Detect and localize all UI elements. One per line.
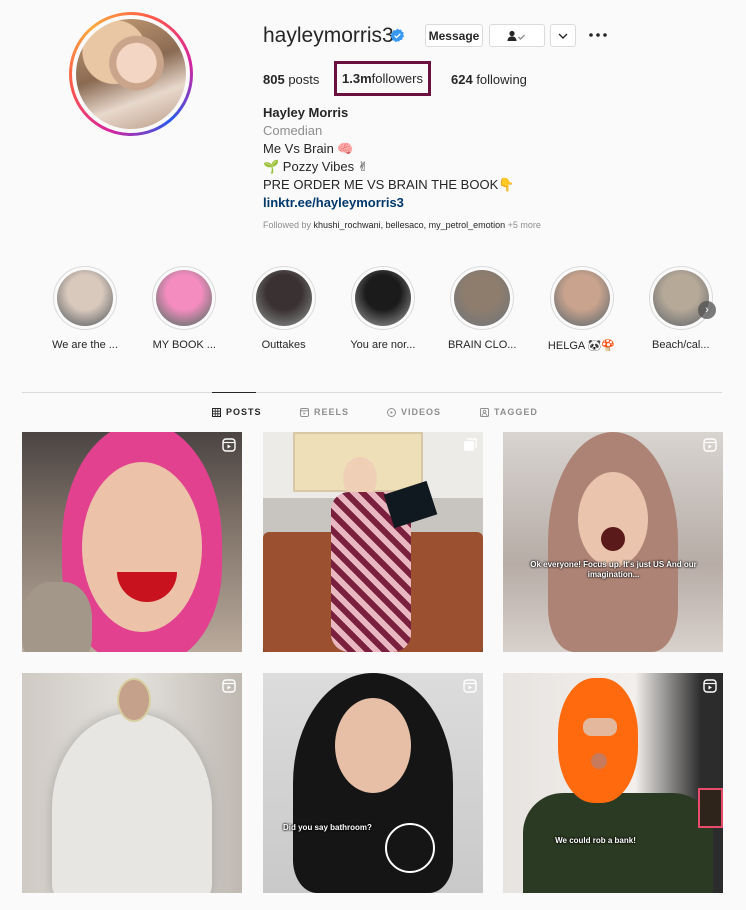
post-caption: Ok everyone! Focus up. It's just US And … (530, 560, 697, 579)
tabs-divider (22, 392, 722, 393)
reel-badge-icon (222, 679, 236, 693)
carousel-badge-icon (464, 438, 477, 451)
highlight-image (652, 270, 709, 326)
highlight-label: Outtakes (261, 339, 306, 351)
full-name: Hayley Morris (263, 105, 349, 120)
following-button[interactable] (489, 24, 545, 47)
highlight-label: Beach/cal... (652, 339, 710, 351)
category-label: Comedian (263, 123, 323, 138)
tab-videos[interactable]: VIDEOS (387, 407, 441, 417)
profile-bio: Hayley Morris Comedian Me Vs Brain 🧠 🌱 P… (263, 104, 514, 212)
highlight-label: BRAIN CLO... (447, 339, 517, 351)
highlights-next-icon[interactable]: › (698, 301, 716, 319)
post-tile[interactable] (22, 673, 242, 893)
verified-badge-icon (390, 28, 405, 43)
highlight-cover (251, 266, 316, 330)
highlight-label: You are nor... (350, 339, 416, 351)
followed-by[interactable]: Followed by khushi_rochwani, bellesaco, … (263, 220, 541, 230)
reel-badge-icon (703, 679, 717, 693)
post-tile[interactable] (263, 432, 483, 652)
highlight-image (354, 270, 411, 326)
story-highlight[interactable]: Outtakes (236, 266, 332, 351)
story-highlight[interactable]: MY BOOK ... (136, 266, 232, 351)
tab-posts[interactable]: POSTS (212, 407, 262, 417)
posts-count: 805 posts (263, 72, 320, 87)
tab-tagged[interactable]: TAGGED (480, 407, 538, 417)
reel-badge-icon (222, 438, 236, 452)
highlight-label: We are the ... (52, 339, 118, 351)
grid-icon (212, 407, 221, 417)
highlight-cover (152, 266, 217, 330)
active-tab-indicator (212, 392, 256, 393)
highlight-image (255, 270, 312, 326)
message-button[interactable]: Message (425, 24, 483, 47)
more-options-icon[interactable] (588, 27, 608, 43)
reel-badge-icon (703, 438, 717, 452)
highlight-cover (53, 266, 117, 330)
user-check-icon (507, 30, 525, 41)
following-link[interactable]: 624 following (451, 72, 527, 87)
play-circle-icon (387, 407, 396, 417)
followers-link[interactable]: 1.3m followers (334, 61, 431, 96)
chevron-down-icon (558, 33, 568, 39)
highlight-label: MY BOOK ... (152, 339, 216, 351)
reels-icon (300, 407, 309, 417)
suggested-dropdown-button[interactable] (550, 24, 576, 47)
highlight-image (553, 270, 610, 326)
post-tile[interactable]: Ok everyone! Focus up. It's just US And … (503, 432, 723, 652)
bio-line: Me Vs Brain 🧠 (263, 141, 354, 156)
bio-line: PRE ORDER ME VS BRAIN THE BOOK👇 (263, 177, 515, 192)
avatar-image (76, 19, 186, 129)
highlight-cover (648, 266, 713, 330)
highlight-image (57, 270, 113, 326)
story-highlight[interactable]: BRAIN CLO... (434, 266, 530, 351)
post-tile[interactable] (22, 432, 242, 652)
post-tile[interactable]: Did you say bathroom? (263, 673, 483, 893)
bio-link[interactable]: linktr.ee/hayleymorris3 (263, 194, 514, 212)
reel-badge-icon (463, 679, 477, 693)
post-tile[interactable]: We could rob a bank! (503, 673, 723, 893)
story-highlight[interactable]: You are nor... (335, 266, 431, 351)
post-caption: Did you say bathroom? (283, 823, 372, 832)
post-caption: We could rob a bank! (555, 836, 636, 845)
highlight-cover (450, 266, 515, 330)
highlight-cover (350, 266, 415, 330)
highlight-image (454, 270, 511, 326)
story-highlight[interactable]: We are the ... (37, 266, 133, 351)
highlight-label: HELGA 🐼🍄 (547, 340, 616, 352)
profile-username: hayleymorris3 (263, 24, 394, 47)
tag-user-icon (480, 407, 489, 417)
highlight-image (156, 270, 213, 326)
story-highlight[interactable]: HELGA 🐼🍄 (534, 266, 630, 352)
highlight-cover (549, 266, 614, 330)
bio-line: 🌱 Pozzy Vibes ✌ (263, 159, 369, 174)
profile-avatar[interactable] (69, 12, 193, 136)
tab-reels[interactable]: REELS (300, 407, 349, 417)
